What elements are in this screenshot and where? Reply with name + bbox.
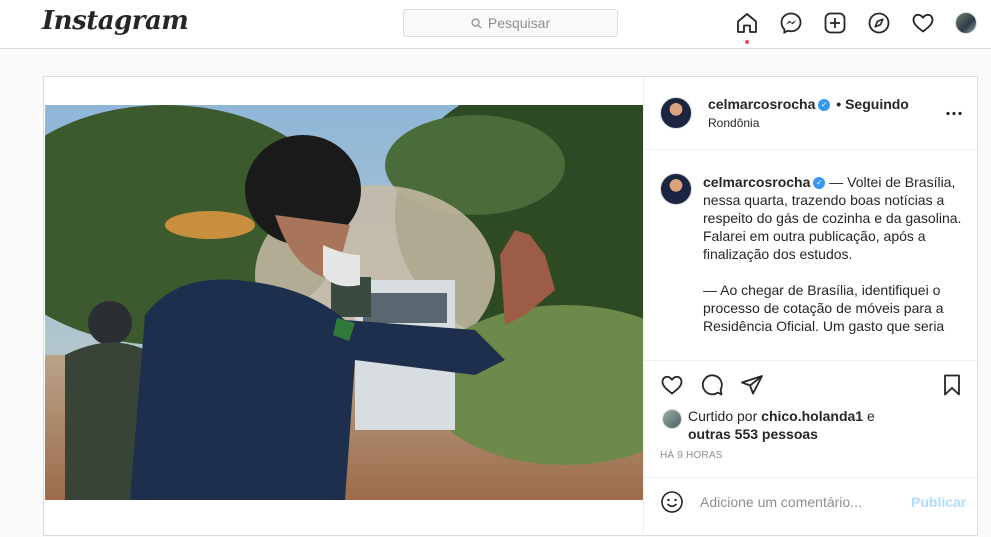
search-placeholder: Pesquisar (487, 15, 551, 31)
author-avatar[interactable] (660, 97, 692, 129)
top-navigation-bar: Instagram Pesquisar (0, 0, 991, 49)
likes-middle: e (863, 408, 875, 424)
author-username[interactable]: celmarcosrocha (708, 96, 815, 112)
verified-icon: ✓ (818, 99, 831, 112)
caption-username[interactable]: celmarcosrocha (703, 174, 810, 190)
caption-text-2: — Ao chegar de Brasília, identifiquei o … (703, 282, 945, 334)
publish-button[interactable]: Publicar (911, 494, 966, 510)
liker-avatar[interactable] (662, 409, 682, 429)
post-actions: Curtido por chico.holanda1 e outras 553 … (644, 360, 979, 480)
post-caption: celmarcosrocha ✓ — Voltei de Brasília, ne… (703, 173, 965, 353)
post-card: celmarcosrocha ✓ • Seguindo Rondônia celm… (43, 76, 979, 537)
comment-input[interactable]: Adicione um comentário... (700, 494, 862, 510)
explore-icon[interactable] (867, 11, 891, 35)
active-page-dot (745, 40, 749, 44)
new-post-icon[interactable] (823, 11, 847, 35)
search-icon (471, 17, 482, 29)
like-heart-icon[interactable] (660, 373, 684, 397)
comment-icon[interactable] (700, 373, 724, 397)
post-photo[interactable] (45, 105, 643, 500)
liker-username[interactable]: chico.holanda1 (761, 408, 863, 424)
comment-form: Adicione um comentário... Publicar (644, 477, 979, 537)
save-bookmark-icon[interactable] (940, 373, 964, 397)
more-options-icon[interactable] (946, 111, 962, 116)
heart-icon[interactable] (911, 11, 935, 35)
post-location[interactable]: Rondônia (708, 116, 759, 130)
verified-icon: ✓ (813, 177, 826, 190)
instagram-logo[interactable]: Instagram (42, 6, 189, 36)
likes-summary: Curtido por chico.holanda1 e outras 553 … (688, 407, 968, 443)
messenger-icon[interactable] (779, 11, 803, 35)
share-icon[interactable] (740, 373, 764, 397)
post-time[interactable]: HÁ 9 HORAS (660, 450, 723, 461)
post-photo-image (45, 105, 643, 500)
post-sidebar: celmarcosrocha ✓ • Seguindo Rondônia celm… (643, 77, 979, 537)
follow-status[interactable]: • Seguindo (836, 96, 909, 112)
caption-author-avatar[interactable] (660, 173, 692, 205)
search-input[interactable]: Pesquisar (403, 9, 618, 37)
emoji-icon[interactable] (660, 490, 684, 514)
profile-avatar[interactable] (955, 11, 977, 35)
avatar (955, 12, 977, 34)
likes-prefix: Curtido por (688, 408, 762, 424)
likes-others[interactable]: outras 553 pessoas (688, 426, 818, 442)
post-header: celmarcosrocha ✓ • Seguindo Rondônia (644, 77, 979, 150)
home-icon[interactable] (735, 11, 759, 35)
